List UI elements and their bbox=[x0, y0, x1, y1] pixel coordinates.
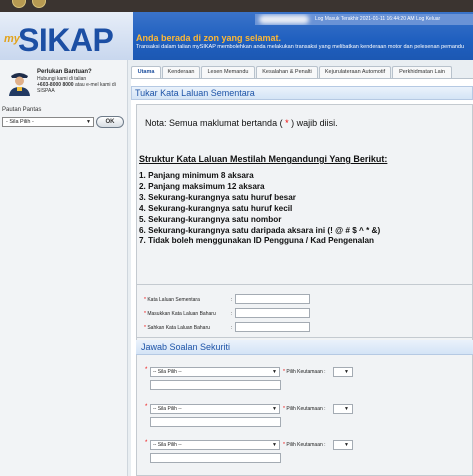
required-note: Nota: Semua maklumat bertanda ( * ) waji… bbox=[145, 118, 338, 128]
tab-bar: Utama Kenderaan Lesen Memandu Kesalahan … bbox=[131, 66, 473, 78]
officer-avatar-icon bbox=[6, 68, 33, 96]
chevron-down-icon: ▼ bbox=[344, 442, 349, 448]
security-answer-2-input[interactable] bbox=[150, 417, 281, 427]
top-strip bbox=[0, 0, 473, 12]
ok-button[interactable]: OK bbox=[96, 116, 124, 128]
tab-kesalahan-penalti[interactable]: Kesalahan & Penalti bbox=[256, 66, 318, 78]
tab-lesen-memandu[interactable]: Lesen Memandu bbox=[201, 66, 255, 78]
security-title: Jawab Soalan Sekuriti bbox=[141, 342, 231, 352]
redacted-name bbox=[259, 15, 309, 24]
chevron-down-icon: ▼ bbox=[272, 369, 277, 375]
rule-item: 2. Panjang maksimum 12 aksara bbox=[139, 181, 265, 191]
password-rules: 1. Panjang minimum 8 aksara 2. Panjang m… bbox=[139, 171, 380, 247]
confirm-password-label: * Sahkan Kata Laluan Baharu bbox=[144, 325, 210, 331]
security-question-3-select[interactable]: -- Sila Pilih -- ▼ bbox=[150, 440, 280, 450]
login-info-text[interactable]: Log Masuk Terakhir 2021-01-11 16:44:20 A… bbox=[315, 16, 440, 22]
priority-2-select[interactable]: ▼ bbox=[333, 404, 353, 414]
emblem-icon bbox=[12, 0, 26, 8]
priority-label: * Pilih Keutamaan : bbox=[283, 406, 326, 412]
priority-1-select[interactable]: ▼ bbox=[333, 367, 353, 377]
rule-item: 6. Sekurang-kurangnya satu daripada aksa… bbox=[139, 225, 381, 235]
panel-header: Tukar Kata Laluan Sementara bbox=[131, 86, 473, 100]
temp-password-input[interactable] bbox=[235, 294, 310, 304]
quick-links-label: Pautan Pantas bbox=[2, 107, 42, 113]
security-answer-1-input[interactable] bbox=[150, 380, 281, 390]
welcome-text: Anda berada di zon yang selamat. bbox=[136, 33, 282, 43]
emblem-icon bbox=[32, 0, 46, 8]
tab-utama[interactable]: Utama bbox=[131, 66, 161, 78]
tab-kejurutera-automotif[interactable]: Kejurulateraan Automotif bbox=[319, 66, 391, 78]
new-password-label: * Masukkan Kata Laluan Baharu bbox=[144, 311, 216, 317]
rule-item: 5. Sekurang-kurangnya satu nombor bbox=[139, 214, 282, 224]
rule-item: 4. Sekurang-kurangnya satu huruf kecil bbox=[139, 203, 293, 213]
new-password-input[interactable] bbox=[235, 308, 310, 318]
confirm-password-input[interactable] bbox=[235, 322, 310, 332]
security-answer-3-input[interactable] bbox=[150, 453, 281, 463]
help-title: Perlukan Bantuan? bbox=[37, 69, 92, 75]
chevron-down-icon: ▼ bbox=[272, 442, 277, 448]
tab-perkhidmatan-lain[interactable]: Perkhidmatan Lain bbox=[392, 66, 452, 78]
rule-item: 1. Panjang minimum 8 aksara bbox=[139, 171, 254, 180]
tab-kenderaan[interactable]: Kenderaan bbox=[162, 66, 200, 78]
chevron-down-icon: ▼ bbox=[272, 406, 277, 412]
quick-links-select[interactable]: - Sila Pilih - ▼ bbox=[2, 117, 94, 127]
header-description: Transaksi dalam talian mySIKAP membolehk… bbox=[136, 44, 465, 50]
security-question-1-select[interactable]: -- Sila Pilih -- ▼ bbox=[150, 367, 280, 377]
login-info-bar: Log Masuk Terakhir 2021-01-11 16:44:20 A… bbox=[255, 14, 473, 25]
chevron-down-icon: ▼ bbox=[86, 119, 91, 125]
chevron-down-icon: ▼ bbox=[344, 406, 349, 412]
security-header: Jawab Soalan Sekuriti bbox=[136, 340, 473, 355]
logo-text: SIKAP bbox=[18, 22, 114, 58]
priority-label: * Pilih Keutamaan : bbox=[283, 369, 326, 375]
rules-title: Struktur Kata Laluan Mestilah Mengandung… bbox=[139, 154, 388, 164]
chevron-down-icon: ▼ bbox=[344, 369, 349, 375]
priority-label: * Pilih Keutamaan : bbox=[283, 442, 326, 448]
temp-password-label: * Kata Laluan Sementara bbox=[144, 297, 200, 303]
priority-3-select[interactable]: ▼ bbox=[333, 440, 353, 450]
rule-item: 7. Tidak boleh menggunakan ID Pengguna /… bbox=[139, 236, 375, 246]
rule-item: 3. Sekurang-kurangnya satu huruf besar bbox=[139, 192, 296, 202]
security-question-2-select[interactable]: -- Sila Pilih -- ▼ bbox=[150, 404, 280, 414]
page-title: Tukar Kata Laluan Sementara bbox=[135, 88, 255, 98]
help-text: Hubungi kami di talian +603-8000 8000 at… bbox=[37, 76, 116, 94]
